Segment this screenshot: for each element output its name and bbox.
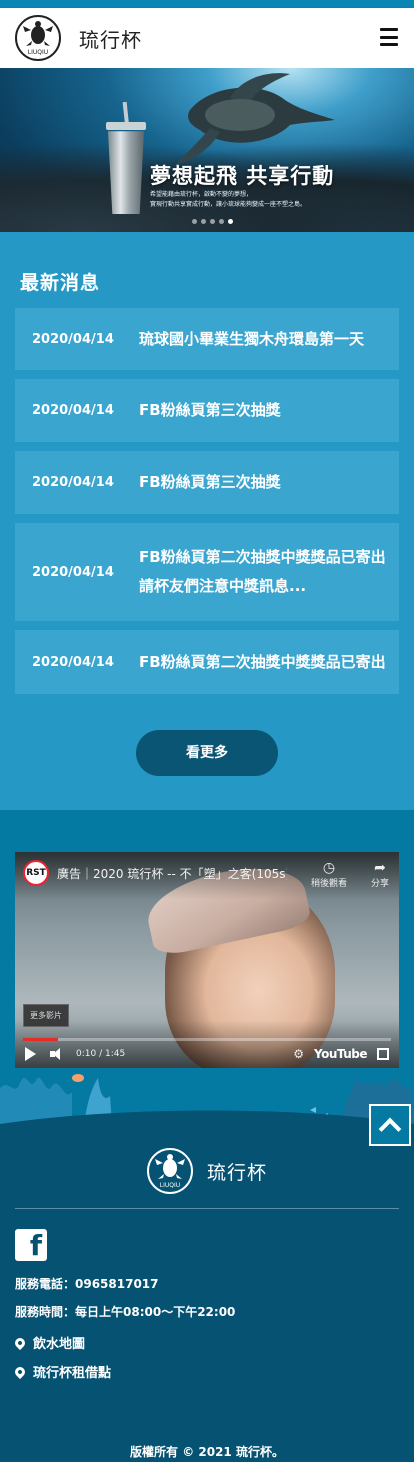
map-pin-icon <box>12 1335 28 1350</box>
facebook-icon[interactable]: f <box>15 1229 47 1261</box>
news-date: 2020/04/14 <box>32 403 114 418</box>
share-button[interactable]: ➦ 分享 <box>371 860 389 889</box>
hamburger-menu-icon[interactable] <box>380 28 398 46</box>
hero-subline-1: 希望能藉由琉行杯，啟動不變的夢想， <box>150 191 253 198</box>
clock-icon: ◷ <box>322 860 336 876</box>
back-to-top-button[interactable] <box>369 1104 411 1146</box>
footer-brand: LIUQIU 琉行杯 <box>15 1148 399 1209</box>
carousel-dot[interactable] <box>201 219 206 224</box>
news-item[interactable]: 2020/04/14 FB粉絲頁第二次抽獎中獎獎品已寄出 請杯友們注意中獎訊息.… <box>15 523 399 621</box>
news-text: 琉球國小畢業生獨木舟環島第一天 <box>139 329 365 348</box>
service-phone: 服務電話：0965817017 <box>15 1277 159 1291</box>
more-videos-button[interactable]: 更多影片 <box>23 1004 69 1027</box>
turtle-logo-icon[interactable]: LIUQIU <box>15 15 61 61</box>
more-news-button[interactable]: 看更多 <box>136 730 278 776</box>
copyright: 版權所有 © 2021 琉行杯。 <box>130 1445 284 1459</box>
video-actions: ◷ 稍後觀看 ➦ 分享 <box>311 860 389 889</box>
news-item[interactable]: 2020/04/14 FB粉絲頁第三次抽獎 <box>15 451 399 514</box>
site-footer: LIUQIU 琉行杯 f 服務電話：0965817017 服務時間：每日上午08… <box>0 1124 414 1462</box>
watch-later-button[interactable]: ◷ 稍後觀看 <box>311 860 347 889</box>
news-date: 2020/04/14 <box>32 564 114 580</box>
share-icon: ➦ <box>374 860 386 876</box>
carousel-dot[interactable] <box>219 219 224 224</box>
news-date: 2020/04/14 <box>32 331 114 347</box>
news-item[interactable]: 2020/04/14 琉球國小畢業生獨木舟環島第一天 <box>15 308 399 370</box>
tumbler-image <box>108 131 144 214</box>
tumbler-lid <box>106 122 146 130</box>
news-date: 2020/04/14 <box>32 654 114 670</box>
brand-name[interactable]: 琉行杯 <box>79 24 142 53</box>
sea-turtle-image <box>175 73 335 165</box>
rental-points-link[interactable]: 琉行杯租借點 <box>12 1362 399 1381</box>
carousel-dot[interactable] <box>210 219 215 224</box>
coral-reef-decoration <box>0 1074 414 1124</box>
news-date: 2020/04/14 <box>32 475 114 490</box>
water-map-link[interactable]: 飲水地圖 <box>12 1333 399 1352</box>
chevron-up-icon <box>378 1117 402 1141</box>
channel-avatar[interactable]: RST <box>23 860 49 886</box>
news-text-line-1: FB粉絲頁第二次抽獎中獎獎品已寄出 <box>139 548 386 566</box>
rental-points-label: 琉行杯租借點 <box>33 1366 112 1381</box>
map-pin-icon <box>12 1364 28 1379</box>
video-title[interactable]: 廣告｜2020 琉行杯 -- 不「塑」之客(105s) <box>57 865 287 882</box>
carousel-dot[interactable] <box>192 219 197 224</box>
news-item[interactable]: 2020/04/14 FB粉絲頁第三次抽獎 <box>15 379 399 442</box>
site-header: LIUQIU 琉行杯 <box>0 8 414 68</box>
news-text: FB粉絲頁第二次抽獎中獎獎品已寄出 <box>139 652 386 671</box>
youtube-embed[interactable]: RST 廣告｜2020 琉行杯 -- 不「塑」之客(105s) ◷ 稍後觀看 ➦ 分… <box>15 852 399 1068</box>
water-map-label: 飲水地圖 <box>33 1337 86 1352</box>
carousel-dots <box>192 219 233 224</box>
footer-brand-name: 琉行杯 <box>206 1161 267 1184</box>
news-section: 最新消息 2020/04/14 琉球國小畢業生獨木舟環島第一天 2020/04/… <box>0 232 414 810</box>
hero-headline: 夢想起飛 共享行動 <box>150 164 335 188</box>
news-title: 最新消息 <box>20 272 101 294</box>
hero-banner[interactable]: 夢想起飛 共享行動 希望能藉由琉行杯，啟動不變的夢想， 實現行動共享實成行動，讓… <box>0 68 414 232</box>
logo-text: LIUQIU <box>28 49 48 56</box>
video-progress-fill <box>23 1038 58 1041</box>
video-section: RST 廣告｜2020 琉行杯 -- 不「塑」之客(105s) ◷ 稍後觀看 ➦ 分… <box>0 810 414 1124</box>
turtle-logo-icon[interactable]: LIUQIU <box>146 1148 193 1194</box>
carousel-dot[interactable] <box>228 219 233 224</box>
news-text: FB粉絲頁第三次抽獎 <box>139 473 281 491</box>
news-text-line-2: 請杯友們注意中獎訊息... <box>139 577 307 595</box>
video-progress-bar[interactable] <box>23 1038 391 1041</box>
top-accent-bar <box>0 0 414 8</box>
hero-subline-2: 實現行動共享實成行動，讓小琉球能夠變成一座不塑之島。 <box>150 201 307 208</box>
service-hours: 服務時間：每日上午08:00～下午22:00 <box>15 1305 236 1319</box>
news-text: FB粉絲頁第三次抽獎 <box>139 401 281 419</box>
news-item[interactable]: 2020/04/14 FB粉絲頁第二次抽獎中獎獎品已寄出 <box>15 630 399 694</box>
logo-text: LIUQIU <box>160 1182 180 1189</box>
